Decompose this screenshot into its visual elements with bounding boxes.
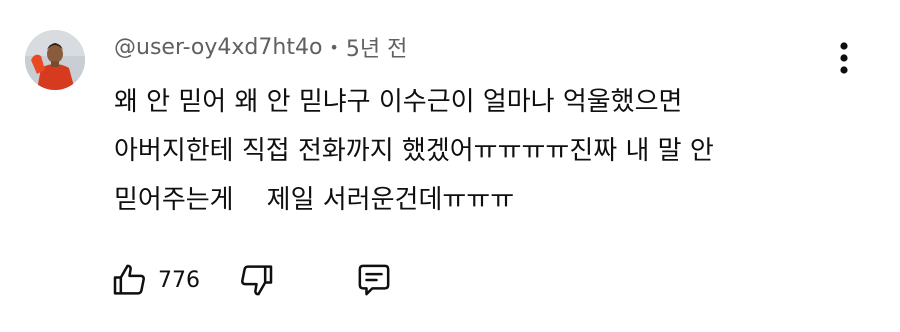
comment-icon (358, 264, 390, 296)
avatar[interactable] (25, 30, 85, 90)
comment-actions: 776 (110, 258, 394, 302)
comment-line: 믿어주는게 제일 서러운건데ㅠㅠㅠ (114, 185, 515, 215)
comment-text: 왜 안 믿어 왜 안 믿냐구 이수근이 얼마나 억울했으면 아버지한테 직접 전… (114, 78, 854, 225)
like-button[interactable]: 776 (110, 260, 200, 300)
reply-button[interactable] (354, 260, 394, 300)
author-name[interactable]: @user-oy4xd7ht4o (114, 35, 322, 60)
avatar-photo (25, 30, 85, 90)
comment-line: 아버지한테 직접 전화까지 했겠어ㅠㅠㅠㅠ진짜 내 말 안 (114, 136, 714, 166)
dislike-button[interactable] (236, 260, 276, 300)
more-vert-icon (840, 42, 848, 74)
like-count: 776 (158, 267, 200, 293)
meta-separator: • (329, 37, 339, 57)
thumbs-up-icon (113, 264, 145, 295)
comment-line: 왜 안 믿어 왜 안 믿냐구 이수근이 얼마나 억울했으면 (114, 87, 683, 117)
thumbs-down-icon (241, 265, 273, 296)
more-options-button[interactable] (826, 38, 862, 78)
comment-meta: @user-oy4xd7ht4o • 5년 전 (114, 30, 407, 64)
timestamp[interactable]: 5년 전 (346, 31, 407, 63)
